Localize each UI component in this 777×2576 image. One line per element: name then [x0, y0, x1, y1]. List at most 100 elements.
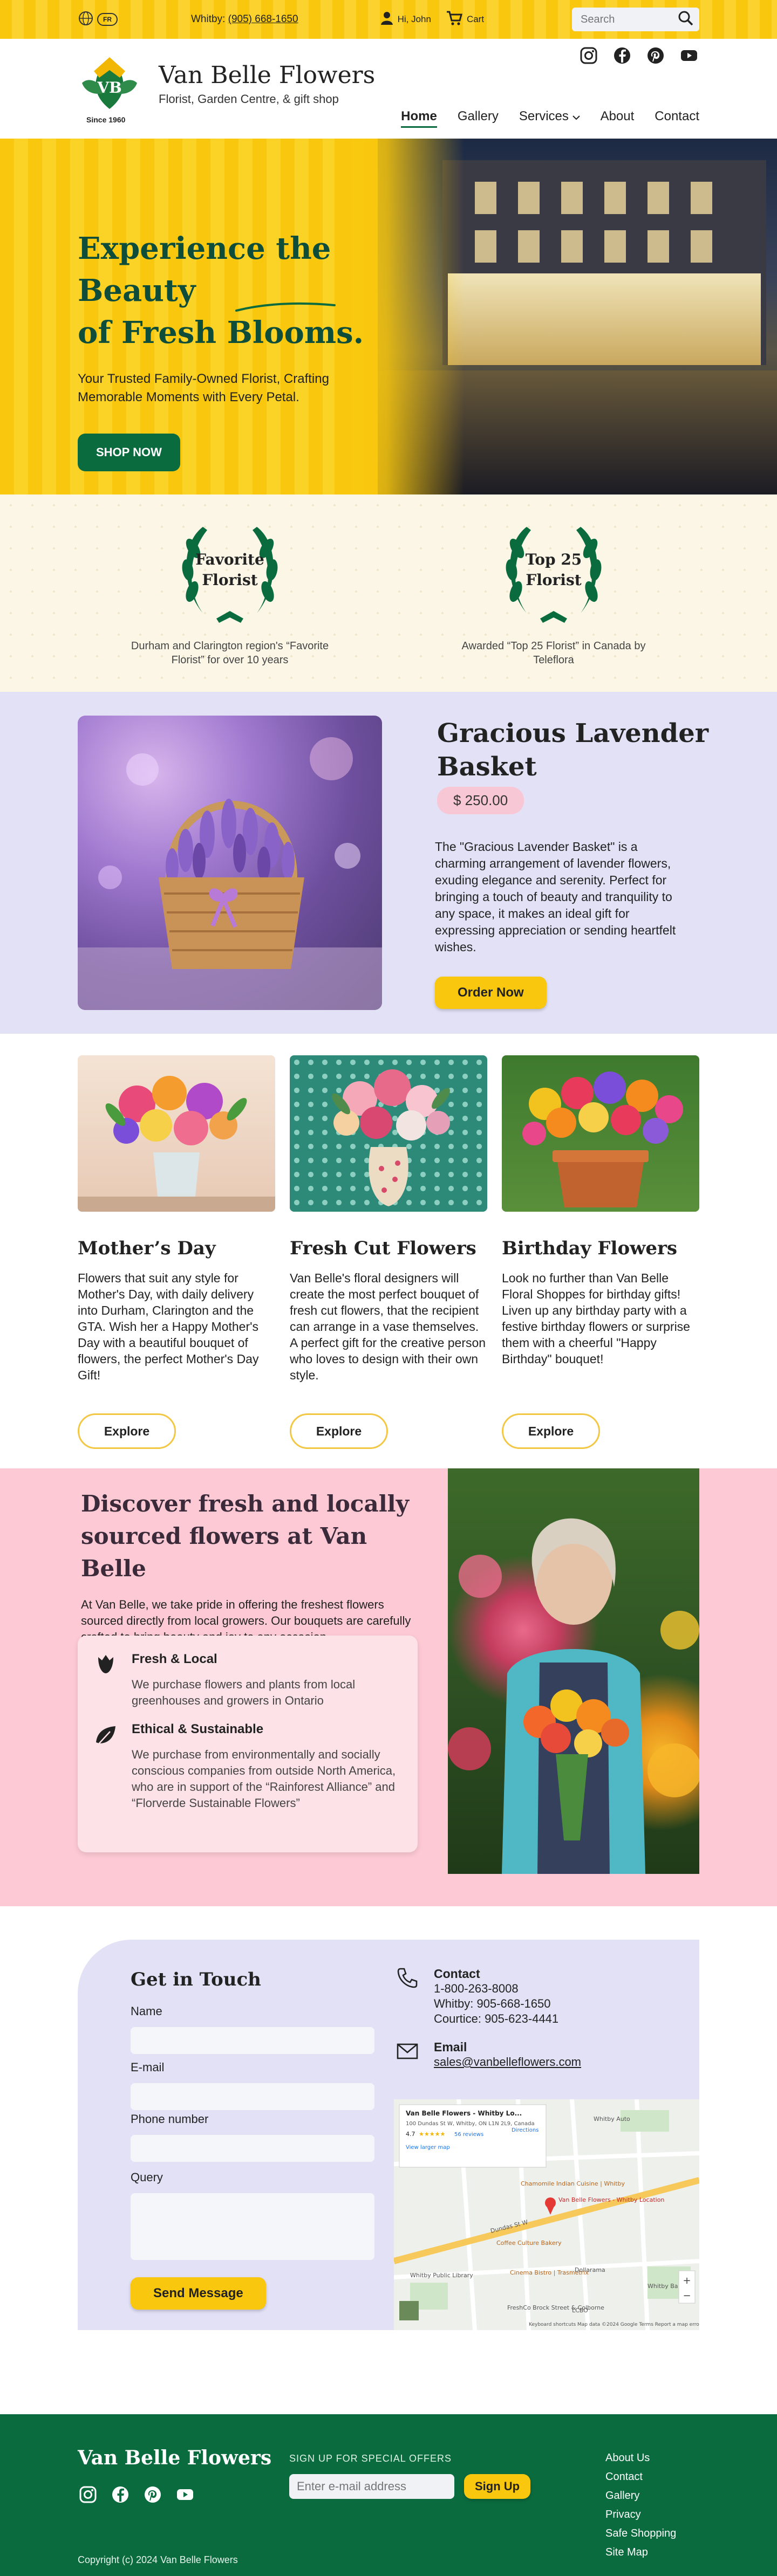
- signup-email-input[interactable]: [289, 2474, 454, 2499]
- values-card: Fresh & Local We purchase flowers and pl…: [78, 1636, 418, 1852]
- main-nav: Home Gallery Services About Contact: [401, 109, 699, 128]
- contact-phone-line[interactable]: Whitby: 905-668-1650: [434, 1996, 558, 2011]
- nav-services[interactable]: Services: [519, 109, 580, 128]
- contact-phone-line[interactable]: Courtice: 905-623-4441: [434, 2011, 558, 2027]
- phone-icon: [396, 1967, 421, 1991]
- awards-section: Favorite Florist Durham and Clarington r…: [0, 494, 777, 692]
- location-map[interactable]: Whitby Auto Chamomile Indian Cuisine | W…: [394, 2099, 699, 2330]
- map-pin-label: Van Belle Flowers - Whitby Location: [558, 2196, 664, 2203]
- email-input[interactable]: [131, 2083, 374, 2110]
- search-icon[interactable]: [678, 10, 694, 29]
- facebook-icon[interactable]: [110, 2484, 131, 2505]
- instagram-icon[interactable]: [578, 45, 599, 66]
- map-address: 100 Dundas St W, Whitby, ON L1N 2L9, Can…: [406, 2121, 535, 2127]
- chevron-down-icon: [572, 109, 580, 123]
- header-socials: [578, 45, 699, 66]
- pinterest-icon[interactable]: [142, 2484, 163, 2505]
- map-poi: Whitby Public Library: [410, 2272, 473, 2279]
- category-description: Look no further than Van Belle Floral Sh…: [502, 1271, 690, 1366]
- nav-gallery[interactable]: Gallery: [458, 109, 499, 128]
- nav-services-label: Services: [519, 109, 569, 123]
- footer-brand: Van Belle Flowers: [78, 2447, 272, 2469]
- category-title: Fresh Cut Flowers: [290, 1238, 476, 1259]
- florist-photo: [448, 1468, 699, 1874]
- account-link[interactable]: Hi, John: [380, 11, 431, 28]
- value-text: We purchase from environmentally and soc…: [132, 1748, 396, 1810]
- hero-title-line1: Experience the Beauty: [78, 231, 331, 308]
- map-poi: Dollarama: [575, 2266, 605, 2273]
- logo[interactable]: VB Since 1960: [78, 55, 141, 125]
- language-label[interactable]: FR: [97, 13, 118, 26]
- footer-link-gallery[interactable]: Gallery: [605, 2490, 676, 2502]
- facebook-icon[interactable]: [612, 45, 632, 66]
- award-badge-line2: Florist: [526, 571, 582, 589]
- fresh-cut-image[interactable]: [290, 1055, 487, 1212]
- birthday-image[interactable]: [502, 1055, 699, 1212]
- shop-now-button[interactable]: SHOP NOW: [78, 434, 180, 471]
- youtube-icon[interactable]: [175, 2484, 195, 2505]
- order-now-button[interactable]: Order Now: [435, 977, 547, 1009]
- top-phone-link[interactable]: (905) 668-1650: [228, 13, 298, 25]
- contact-email-title: Email: [434, 2040, 467, 2054]
- site-name[interactable]: Van Belle Flowers: [159, 61, 375, 89]
- map-reviews: 56 reviews: [454, 2132, 483, 2138]
- award-favorite: Favorite Florist Durham and Clarington r…: [127, 516, 332, 667]
- language-switch[interactable]: FR: [78, 10, 118, 29]
- award-badge-text: Favorite Florist: [165, 549, 295, 590]
- phone-input[interactable]: [131, 2135, 374, 2162]
- youtube-icon[interactable]: [679, 45, 699, 66]
- top-phone-prefix: Whitby:: [191, 13, 228, 25]
- nav-home[interactable]: Home: [401, 109, 437, 128]
- footer-link-privacy[interactable]: Privacy: [605, 2509, 676, 2521]
- map-place-name: Van Belle Flowers - Whitby Lo...: [406, 2110, 522, 2117]
- pinterest-icon[interactable]: [645, 45, 666, 66]
- categories: Mother’s Day Flowers that suit any style…: [0, 1034, 777, 1468]
- value-item: Fresh & Local We purchase flowers and pl…: [94, 1652, 401, 1709]
- explore-button[interactable]: Explore: [290, 1413, 388, 1449]
- account-label: Hi, John: [397, 14, 431, 24]
- footer-link-contact[interactable]: Contact: [605, 2471, 676, 2483]
- map-larger-link: View larger map: [406, 2145, 450, 2151]
- award-badge-line1: Top 25: [525, 551, 582, 568]
- signup-label: SIGN UP FOR SPECIAL OFFERS: [289, 2453, 452, 2464]
- name-label: Name: [131, 2004, 162, 2018]
- cart-label: Cart: [466, 14, 485, 24]
- nav-about[interactable]: About: [601, 109, 635, 128]
- laurel-wreath-icon: Favorite Florist: [165, 516, 295, 629]
- footer-link-about[interactable]: About Us: [605, 2452, 676, 2464]
- search-bar: [572, 8, 699, 31]
- nav-contact[interactable]: Contact: [655, 109, 699, 128]
- local-title: Discover fresh and locally sourced flowe…: [81, 1490, 410, 1582]
- name-input[interactable]: [131, 2027, 374, 2054]
- contact-email-link[interactable]: sales@vanbelleflowers.com: [434, 2055, 581, 2069]
- product-title: Gracious Lavender Basket: [437, 718, 709, 782]
- footer-link-site-map[interactable]: Site Map: [605, 2546, 676, 2559]
- local-text: Discover fresh and locally sourced flowe…: [81, 1488, 426, 1645]
- mothers-day-image[interactable]: [78, 1055, 275, 1212]
- category-description: Van Belle's floral designers will create…: [290, 1271, 486, 1382]
- map-poi: FreshCo Brock Street & Colborne: [507, 2304, 604, 2311]
- lavender-basket-image[interactable]: [78, 716, 382, 1010]
- hero: Experience the Beauty of Fresh Blooms. Y…: [0, 139, 777, 494]
- logo-letters: VB: [97, 79, 121, 97]
- product-price: $ 250.00: [437, 787, 524, 814]
- explore-button[interactable]: Explore: [502, 1413, 600, 1449]
- footer-link-safe-shopping[interactable]: Safe Shopping: [605, 2527, 676, 2540]
- user-icon: [380, 11, 393, 28]
- swoosh-decoration: [235, 302, 336, 312]
- laurel-wreath-icon: Top 25 Florist: [489, 516, 618, 629]
- sign-up-button[interactable]: Sign Up: [464, 2474, 531, 2499]
- query-input[interactable]: [131, 2193, 374, 2260]
- contact-phone-line[interactable]: 1-800-263-8008: [434, 1981, 558, 1996]
- instagram-icon[interactable]: [78, 2484, 98, 2505]
- send-message-button[interactable]: Send Message: [131, 2277, 266, 2310]
- search-input[interactable]: [581, 13, 678, 26]
- explore-button[interactable]: Explore: [78, 1413, 176, 1449]
- hero-title: Experience the Beauty of Fresh Blooms.: [78, 228, 445, 354]
- cart-link[interactable]: Cart: [446, 11, 484, 29]
- award-badge-text: Top 25 Florist: [489, 549, 618, 590]
- svg-text:★★★★★: ★★★★★: [419, 2131, 445, 2138]
- map-poi: Whitby Auto: [594, 2115, 630, 2122]
- since-label: Since 1960: [86, 115, 126, 124]
- category-card-fresh-cut: Fresh Cut Flowers Van Belle's floral des…: [290, 1055, 487, 1449]
